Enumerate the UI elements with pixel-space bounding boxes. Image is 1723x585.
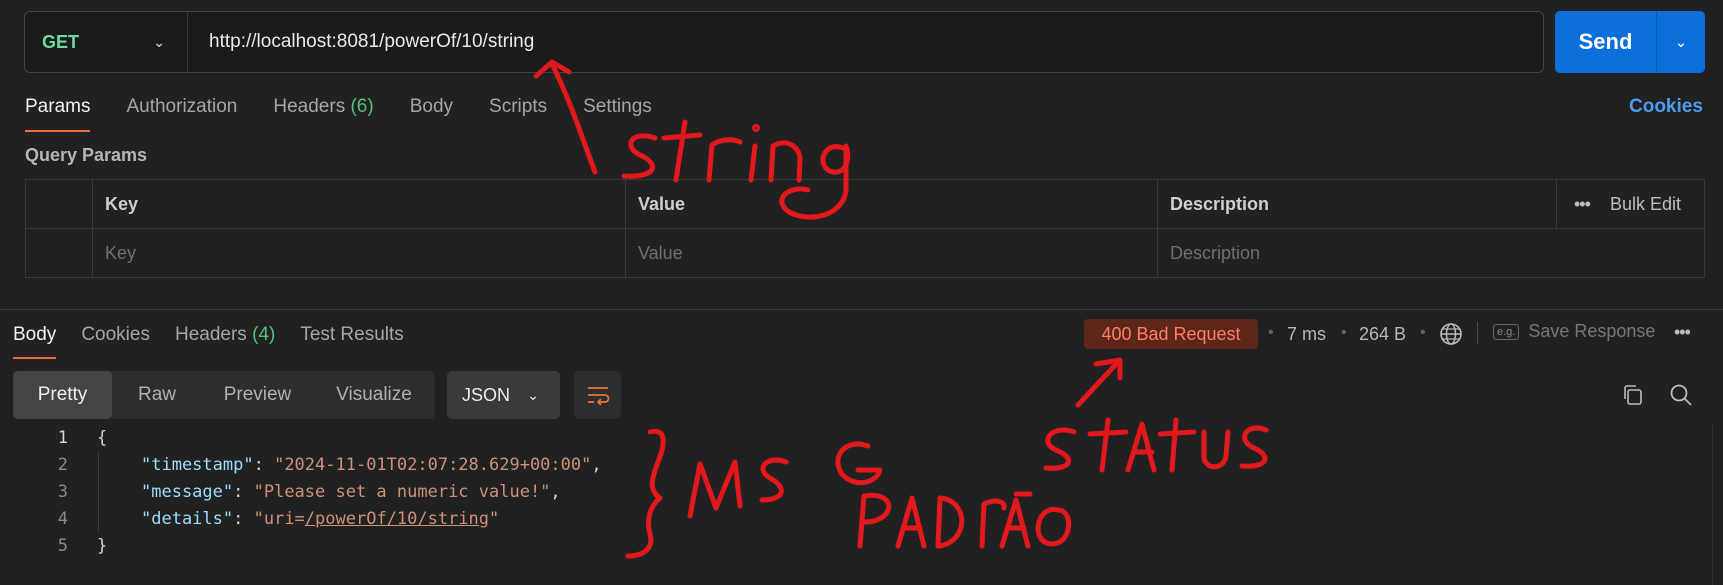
- row-checkbox-cell[interactable]: [26, 229, 92, 278]
- line-number: 4: [57, 509, 68, 529]
- response-headers-count: (4): [252, 324, 276, 345]
- panel-divider[interactable]: [0, 309, 1723, 310]
- tab-test-results[interactable]: Test Results: [300, 324, 403, 346]
- description-input[interactable]: Description: [1157, 229, 1705, 278]
- value-input[interactable]: Value: [625, 229, 1157, 278]
- code-text: "timestamp": "2024-11-01T02:07:28.629+00…: [141, 455, 602, 475]
- mode-preview[interactable]: Preview: [202, 371, 313, 419]
- tab-response-headers[interactable]: Headers (4): [175, 324, 275, 346]
- response-size[interactable]: 264 B: [1359, 324, 1406, 345]
- json-value: "2024-11-01T02:07:28.629+00:00": [274, 455, 592, 475]
- mode-pretty[interactable]: Pretty: [13, 371, 112, 419]
- column-description: Description: [1170, 193, 1270, 214]
- example-icon: e.g.: [1493, 323, 1520, 340]
- more-options-icon[interactable]: •••: [1674, 322, 1691, 343]
- tab-scripts[interactable]: Scripts: [489, 96, 547, 132]
- tab-body[interactable]: Body: [410, 96, 453, 132]
- json-value-suffix: ": [489, 509, 500, 529]
- method-select[interactable]: GET ⌄: [25, 12, 188, 72]
- response-body-editor[interactable]: 1 { 2 "timestamp": "2024-11-01T02:07:28.…: [0, 425, 1712, 560]
- line-number: 3: [57, 482, 68, 502]
- tab-params[interactable]: Params: [25, 96, 91, 132]
- json-value: "Please set a numeric value!": [253, 482, 551, 502]
- code-text: "message": "Please set a numeric value!"…: [141, 482, 561, 502]
- send-button[interactable]: Send: [1555, 11, 1656, 73]
- tab-authorization[interactable]: Authorization: [126, 96, 237, 132]
- wrap-lines-button[interactable]: [574, 371, 621, 419]
- request-bar: GET ⌄: [24, 11, 1544, 73]
- response-time[interactable]: 7 ms: [1287, 324, 1326, 345]
- vertical-scrollbar[interactable]: [1712, 425, 1723, 585]
- column-value: Value: [638, 193, 686, 214]
- request-tabs: Params Authorization Headers (6) Body Sc…: [25, 96, 688, 132]
- mode-visualize[interactable]: Visualize: [313, 371, 435, 419]
- chevron-down-icon: ⌄: [527, 386, 539, 403]
- code-line: 5 }: [0, 533, 1712, 560]
- tab-headers[interactable]: Headers (6): [273, 96, 373, 132]
- format-label: JSON: [462, 384, 511, 405]
- code-line: 3 "message": "Please set a numeric value…: [0, 479, 1712, 506]
- save-response-label: Save Response: [1528, 321, 1656, 341]
- copy-icon[interactable]: [1621, 383, 1645, 407]
- indent-guide: [98, 452, 99, 533]
- table-header-row: Key Value Description ••• Bulk Edit: [26, 180, 1704, 229]
- key-input[interactable]: Key: [92, 229, 625, 278]
- status-badge[interactable]: 400 Bad Request: [1084, 319, 1258, 349]
- json-link[interactable]: /powerOf/10/string: [305, 509, 489, 529]
- annotation-arrow-status: [1075, 357, 1123, 408]
- cookies-link[interactable]: Cookies: [1629, 96, 1703, 118]
- json-key: "details": [141, 509, 234, 529]
- line-number: 1: [57, 428, 68, 448]
- meta-separator: •: [1268, 324, 1274, 341]
- table-row: Key Value Description: [26, 229, 1704, 278]
- meta-separator: •: [1420, 324, 1426, 341]
- json-key: "message": [141, 482, 234, 502]
- code-text: {: [97, 428, 108, 448]
- chevron-down-icon: ⌄: [1674, 34, 1688, 51]
- headers-count: (6): [350, 96, 374, 117]
- toolbar-separator: [1477, 322, 1478, 344]
- format-select[interactable]: JSON ⌄: [447, 371, 560, 419]
- json-value-prefix: "uri=: [253, 509, 305, 529]
- save-response-button[interactable]: e.g. Save Response: [1493, 321, 1655, 342]
- tab-headers-label: Headers: [273, 96, 346, 117]
- tab-response-headers-label: Headers: [174, 324, 247, 345]
- send-group: Send ⌄: [1555, 11, 1705, 73]
- more-options-icon[interactable]: •••: [1574, 180, 1591, 229]
- meta-separator: •: [1341, 324, 1347, 341]
- chevron-down-icon: ⌄: [153, 33, 165, 50]
- code-line: 2 "timestamp": "2024-11-01T02:07:28.629+…: [0, 452, 1712, 479]
- method-label: GET: [42, 31, 80, 52]
- tab-response-body[interactable]: Body: [13, 324, 57, 359]
- search-icon[interactable]: [1669, 383, 1693, 407]
- url-input[interactable]: [188, 12, 1543, 72]
- wrap-lines-icon: [587, 387, 609, 405]
- code-line: 1 {: [0, 425, 1712, 452]
- query-params-title: Query Params: [25, 145, 148, 165]
- column-key: Key: [105, 193, 139, 214]
- json-key: "timestamp": [141, 455, 254, 475]
- globe-icon[interactable]: [1439, 322, 1463, 346]
- tab-settings[interactable]: Settings: [583, 96, 652, 132]
- response-tabs: Body Cookies Headers (4) Test Results: [13, 324, 429, 359]
- view-mode-selector: Pretty Raw Preview Visualize: [13, 371, 435, 419]
- code-text: }: [97, 536, 108, 556]
- bulk-edit-button[interactable]: Bulk Edit: [1610, 180, 1681, 229]
- code-line: 4 "details": "uri=/powerOf/10/string": [0, 506, 1712, 533]
- line-number: 5: [57, 536, 68, 556]
- line-number: 2: [57, 455, 68, 475]
- query-params-table: Key Value Description ••• Bulk Edit Key …: [25, 179, 1705, 278]
- tab-response-cookies[interactable]: Cookies: [81, 324, 150, 346]
- mode-raw[interactable]: Raw: [112, 371, 202, 419]
- code-text: "details": "uri=/powerOf/10/string": [141, 509, 500, 529]
- send-options-button[interactable]: ⌄: [1656, 11, 1705, 73]
